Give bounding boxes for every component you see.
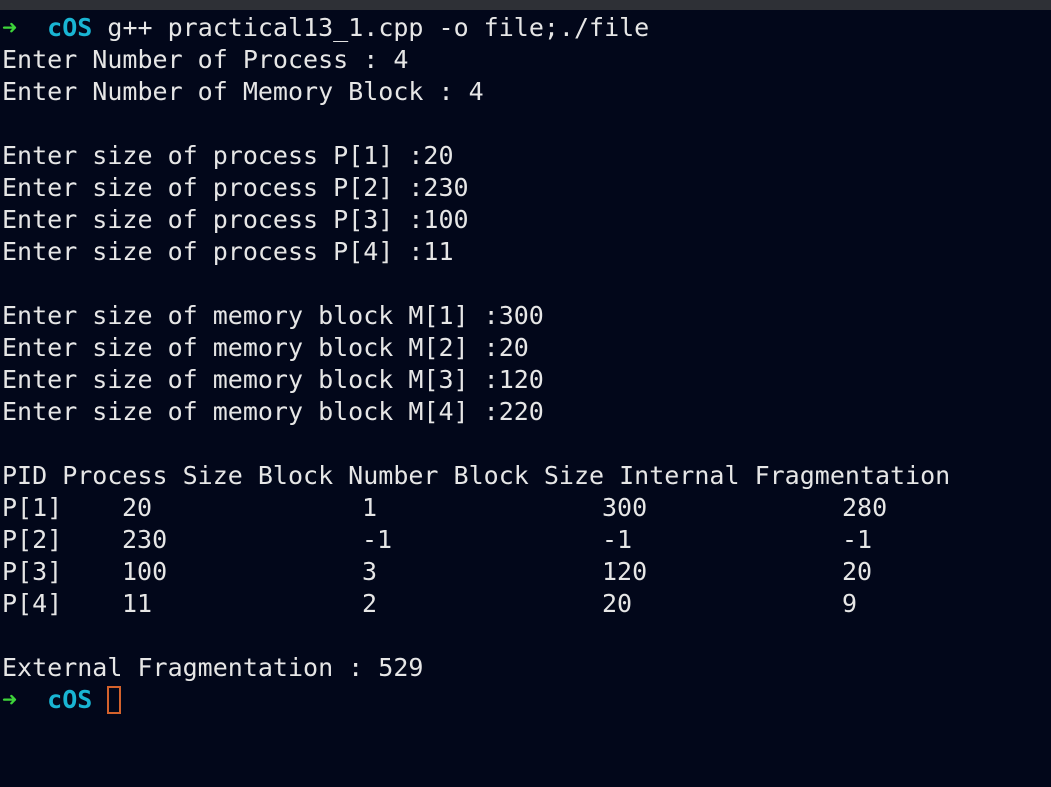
output-line: Enter size of process P[2] :230: [2, 173, 469, 202]
output-line: Enter size of process P[4] :11: [2, 237, 454, 266]
command-text: g++ practical13_1.cpp -o file;./file: [107, 13, 650, 42]
internal-fragmentation-cell: -1: [842, 525, 873, 554]
internal-fragmentation-cell: 280: [842, 493, 888, 522]
external-fragmentation-line: External Fragmentation : 529: [2, 653, 424, 682]
table-row: P[1] 20 1 300 280: [2, 492, 950, 524]
output-line: Enter Number of Process : 4: [2, 45, 409, 74]
terminal-output: ➜ cOS g++ practical13_1.cpp -o file;./fi…: [2, 12, 950, 716]
prompt-arrow-icon: ➜: [2, 685, 18, 714]
block-size-cell: 20: [602, 589, 633, 618]
process-size-cell: 100: [122, 557, 168, 586]
output-line: Enter size of memory block M[2] :20: [2, 333, 529, 362]
output-line: Enter size of process P[1] :20: [2, 141, 454, 170]
internal-fragmentation-cell: 9: [842, 589, 858, 618]
text-cursor[interactable]: [107, 686, 122, 714]
block-size-cell: 300: [602, 493, 648, 522]
output-line: Enter size of memory block M[4] :220: [2, 397, 544, 426]
table-header: PID Process Size Block Number Block Size…: [2, 461, 951, 490]
process-size-cell: 20: [122, 493, 153, 522]
prompt-dir: cOS: [47, 685, 93, 714]
block-size-cell: 120: [602, 557, 648, 586]
terminal-top-bar: [0, 0, 1051, 10]
pid-cell: P[4]: [2, 589, 63, 618]
prompt-arrow-icon: ➜: [2, 13, 18, 42]
process-size-cell: 11: [122, 589, 153, 618]
prompt-line[interactable]: ➜ cOS: [2, 684, 950, 716]
output-line: Enter size of process P[3] :100: [2, 205, 469, 234]
table-row: P[2] 230 -1 -1 -1: [2, 524, 950, 556]
pid-cell: P[3]: [2, 557, 63, 586]
block-number-cell: 3: [362, 557, 378, 586]
pid-cell: P[1]: [2, 493, 63, 522]
internal-fragmentation-cell: 20: [842, 557, 873, 586]
prompt-dir: cOS: [47, 13, 93, 42]
terminal-window[interactable]: ➜ cOS g++ practical13_1.cpp -o file;./fi…: [0, 0, 1051, 787]
output-line: Enter Number of Memory Block : 4: [2, 77, 484, 106]
output-line: Enter size of memory block M[3] :120: [2, 365, 544, 394]
process-size-cell: 230: [122, 525, 168, 554]
table-row: P[3] 100 3 120 20: [2, 556, 950, 588]
block-number-cell: 2: [362, 589, 378, 618]
pid-cell: P[2]: [2, 525, 63, 554]
command-line: ➜ cOS g++ practical13_1.cpp -o file;./fi…: [2, 12, 950, 44]
output-line: Enter size of memory block M[1] :300: [2, 301, 544, 330]
block-number-cell: 1: [362, 493, 378, 522]
table-row: P[4] 11 2 20 9: [2, 588, 950, 620]
block-number-cell: -1: [362, 525, 393, 554]
block-size-cell: -1: [602, 525, 633, 554]
